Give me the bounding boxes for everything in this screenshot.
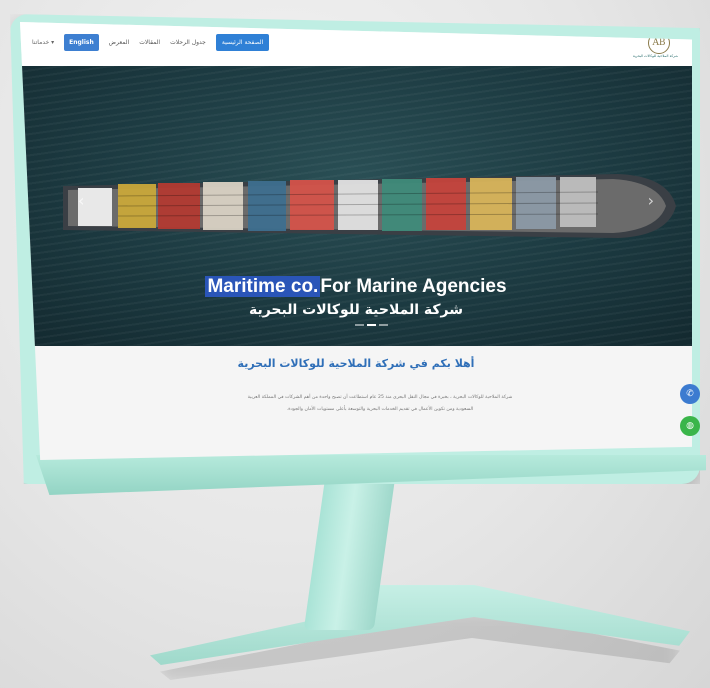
logo-text: شركة الملاحية للوكالات البحرية (632, 54, 678, 58)
whatsapp-icon[interactable]: ◍ (680, 416, 700, 436)
nav-menu: خدماتنا ▾ English المعرض المقالات جدول ا… (32, 34, 270, 51)
website-screen: خدماتنا ▾ English المعرض المقالات جدول ا… (20, 22, 692, 460)
nav-item-articles[interactable]: المقالات (139, 39, 160, 46)
hero-subtitle: شركة الملاحية للوكالات البحرية (248, 302, 464, 318)
nav-item-gallery[interactable]: المعرض (109, 39, 129, 46)
welcome-paragraph: شركة الملاحية للوكالات البحرية ، بخبرة ف… (247, 395, 513, 412)
phone-icon[interactable]: ✆ (680, 384, 700, 404)
slider-next-icon[interactable]: › (648, 191, 654, 210)
hero-slider: ‹ › Maritime co. For Marine Agencies شركة… (20, 66, 692, 346)
desktop-monitor-scene: خدماتنا ▾ English المعرض المقالات جدول ا… (0, 0, 710, 688)
nav-item-services[interactable]: خدماتنا ▾ (32, 39, 54, 46)
nav-item-services-label: خدماتنا (32, 39, 50, 46)
slider-prev-icon[interactable]: ‹ (78, 191, 84, 210)
container-ship-image (63, 174, 676, 238)
hero-title-rest: For Marine Agencies (320, 276, 507, 297)
welcome-heading: أهلا بكم في شركة الملاحية للوكالات البحر… (237, 357, 475, 370)
slider-indicators[interactable] (355, 324, 388, 326)
language-english-button[interactable]: English (64, 34, 99, 51)
nav-item-schedule[interactable]: جدول الرحلات (170, 39, 206, 46)
hero-title-highlight: Maritime co. (205, 276, 321, 297)
nav-item-home[interactable]: الصفحة الرئيسية (215, 34, 270, 51)
hero-title: Maritime co. For Marine Agencies (20, 276, 692, 298)
